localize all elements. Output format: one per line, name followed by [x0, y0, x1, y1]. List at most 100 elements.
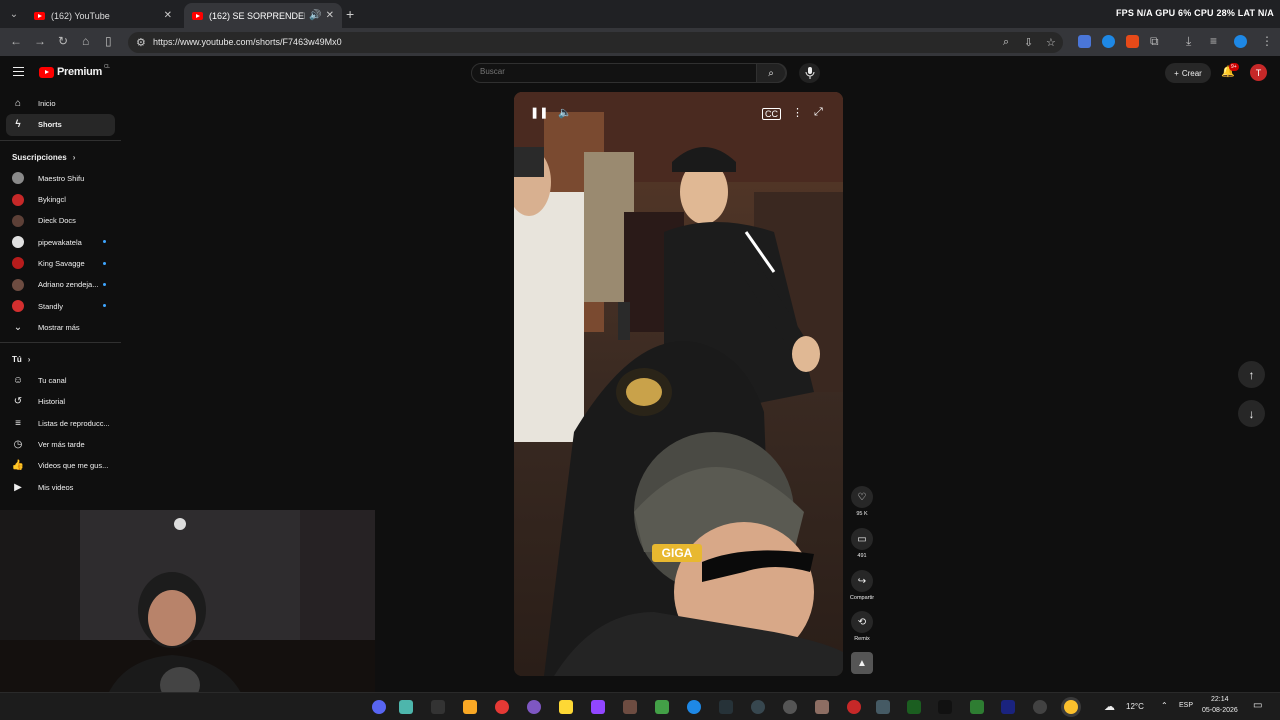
audio-thumbnail[interactable]: ▲ [846, 652, 878, 674]
captions-icon[interactable]: CC [762, 108, 781, 120]
app-icon[interactable] [847, 700, 861, 714]
copilot-icon[interactable] [527, 700, 541, 714]
like-action[interactable]: ♡ 95 K [846, 486, 878, 517]
sidebar-item-historial[interactable]: ↺ Historial [0, 391, 121, 412]
back-icon[interactable]: ← [10, 34, 22, 48]
hamburger-menu-icon[interactable] [13, 67, 24, 76]
side-panel-icon[interactable]: ▯ [105, 34, 112, 48]
omnibox[interactable]: ⚙ https://www.youtube.com/shorts/F7463w4… [128, 32, 1063, 53]
sidebar-item-mis-videos[interactable]: ▶ Mis videos [0, 476, 121, 497]
twitch-icon[interactable] [591, 700, 605, 714]
settings-gear-icon[interactable] [783, 700, 797, 714]
you-heading[interactable]: Tú › [0, 349, 121, 370]
menu-kebab-icon[interactable]: ⋮ [1261, 34, 1273, 48]
volume-icon[interactable]: 🔈 [558, 106, 572, 119]
sidebar-item-subscription[interactable]: King Savagge [0, 253, 121, 274]
app-icon[interactable] [1033, 700, 1047, 714]
sticky-notes-icon[interactable] [559, 700, 573, 714]
sidebar-item-ver-mas-tarde[interactable]: ◷ Ver más tarde [0, 434, 121, 455]
profile-avatar[interactable] [1234, 35, 1247, 48]
close-icon[interactable]: ✕ [164, 10, 172, 21]
minecraft-icon[interactable] [970, 700, 984, 714]
sidebar-item-subscription[interactable]: pipewakatela [0, 231, 121, 252]
pause-icon[interactable]: ❚❚ [530, 106, 548, 119]
account-avatar[interactable]: T [1250, 64, 1267, 81]
sound-thumbnail-icon: ▲ [851, 652, 873, 674]
sidebar-item-subscription[interactable]: Dieck Docs [0, 210, 121, 231]
next-short-button[interactable]: ↓ [1238, 400, 1265, 427]
sidebar-item-subscription[interactable]: Maestro Shifu [0, 168, 121, 189]
downloads-icon[interactable]: ⤓ [1186, 34, 1191, 49]
new-tab-button[interactable]: + [346, 6, 354, 22]
language-indicator[interactable]: ESP [1179, 702, 1193, 709]
tray-chevron-icon[interactable]: ⌃ [1161, 701, 1168, 710]
tab-title: (162) YouTube [51, 10, 110, 21]
translate-extension-icon[interactable] [1078, 35, 1091, 48]
tab-youtube[interactable]: (162) YouTube ✕ [26, 3, 180, 28]
tab-shorts[interactable]: (162) SE SORPRENDEN POR 🔊 ✕ [184, 3, 342, 28]
search-input[interactable] [480, 67, 750, 76]
steam-icon[interactable] [1001, 700, 1015, 714]
media-icon[interactable]: ≡ [1210, 34, 1217, 48]
google-drive-icon[interactable] [655, 700, 669, 714]
share-action[interactable]: ↪ Compartir [846, 570, 878, 601]
app-icon[interactable] [431, 700, 445, 714]
bookmark-star-icon[interactable]: ☆ [1046, 36, 1056, 49]
comments-action[interactable]: ▭ 491 [846, 528, 878, 559]
shorts-video-player[interactable]: GIGA ❚❚ 🔈 CC ⋮ ⤢ [514, 92, 843, 676]
remix-action[interactable]: ⟲ Remix [846, 611, 878, 642]
notifications-icon[interactable]: ▭ [1253, 700, 1262, 711]
weather-cloud-icon[interactable]: ☁ [1104, 700, 1115, 713]
capcut-icon[interactable] [719, 700, 733, 714]
fullscreen-icon[interactable]: ⤢ [814, 106, 823, 119]
extension-icon[interactable] [1102, 35, 1115, 48]
chrome-icon[interactable] [1064, 700, 1078, 714]
install-icon[interactable]: ⇩ [1024, 36, 1033, 49]
tab-search-button[interactable]: ⌄ [4, 4, 24, 24]
obs-icon[interactable] [751, 700, 765, 714]
tiktok-icon[interactable] [938, 700, 952, 714]
opera-icon[interactable] [495, 700, 509, 714]
sidebar-item-tu-canal[interactable]: ☺ Tu canal [0, 370, 121, 391]
app-icon[interactable] [907, 700, 921, 714]
subscriptions-heading[interactable]: Suscripciones › [0, 147, 121, 168]
sidebar-item-subscription[interactable]: Bykingcl [0, 189, 121, 210]
speaker-icon[interactable]: 🔊 [309, 10, 321, 21]
sidebar-show-more[interactable]: ⌄ Mostrar más [0, 317, 121, 338]
reload-icon[interactable]: ↻ [58, 34, 68, 48]
app-icon[interactable] [876, 700, 890, 714]
more-options-icon[interactable]: ⋮ [792, 106, 803, 119]
youtube-premium-logo[interactable]: Premium CL [39, 64, 110, 78]
voice-search-button[interactable] [799, 63, 820, 83]
sidebar-item-label: Ver más tarde [38, 440, 85, 449]
forward-icon[interactable]: → [34, 34, 46, 48]
zoom-icon[interactable]: ⌕ [1003, 36, 1009, 49]
create-button[interactable]: + Crear [1165, 63, 1211, 83]
zoom-app-icon[interactable] [687, 700, 701, 714]
sidebar-item-videos-gustan[interactable]: 👍 Videos que me gus... [0, 455, 121, 476]
sidebar-item-subscription[interactable]: Standly [0, 295, 121, 316]
app-icon[interactable] [623, 700, 637, 714]
app-icon[interactable] [399, 700, 413, 714]
home-icon[interactable]: ⌂ [82, 34, 89, 48]
sidebar-item-inicio[interactable]: ⌂ Inicio [0, 93, 121, 114]
extensions-puzzle-icon[interactable]: ⧉ [1150, 34, 1159, 49]
clock-time[interactable]: 22:14 [1211, 696, 1229, 703]
windows-taskbar: ☁ 12°C ⌃ ESP 22:14 05-08-2026 ▭ [0, 692, 1280, 720]
previous-short-button[interactable]: ↑ [1238, 361, 1265, 388]
file-explorer-icon[interactable] [463, 700, 477, 714]
site-info-icon[interactable]: ⚙ [136, 36, 146, 49]
sidebar-item-shorts[interactable]: ϟ Shorts [6, 114, 115, 136]
sidebar-item-label: Dieck Docs [38, 216, 76, 226]
extension-icon[interactable] [1126, 35, 1139, 48]
clock-date[interactable]: 05-08-2026 [1202, 707, 1238, 714]
search-button[interactable]: ⌕ [756, 63, 786, 83]
divider [0, 341, 121, 343]
temperature[interactable]: 12°C [1126, 702, 1144, 711]
sidebar-item-listas[interactable]: ≡ Listas de reproducc... [0, 413, 121, 434]
create-label: Crear [1181, 68, 1202, 78]
close-icon[interactable]: ✕ [326, 10, 334, 21]
sidebar-item-subscription[interactable]: Adriano zendeja... [0, 274, 121, 295]
discord-icon[interactable] [372, 700, 386, 714]
app-icon[interactable] [815, 700, 829, 714]
